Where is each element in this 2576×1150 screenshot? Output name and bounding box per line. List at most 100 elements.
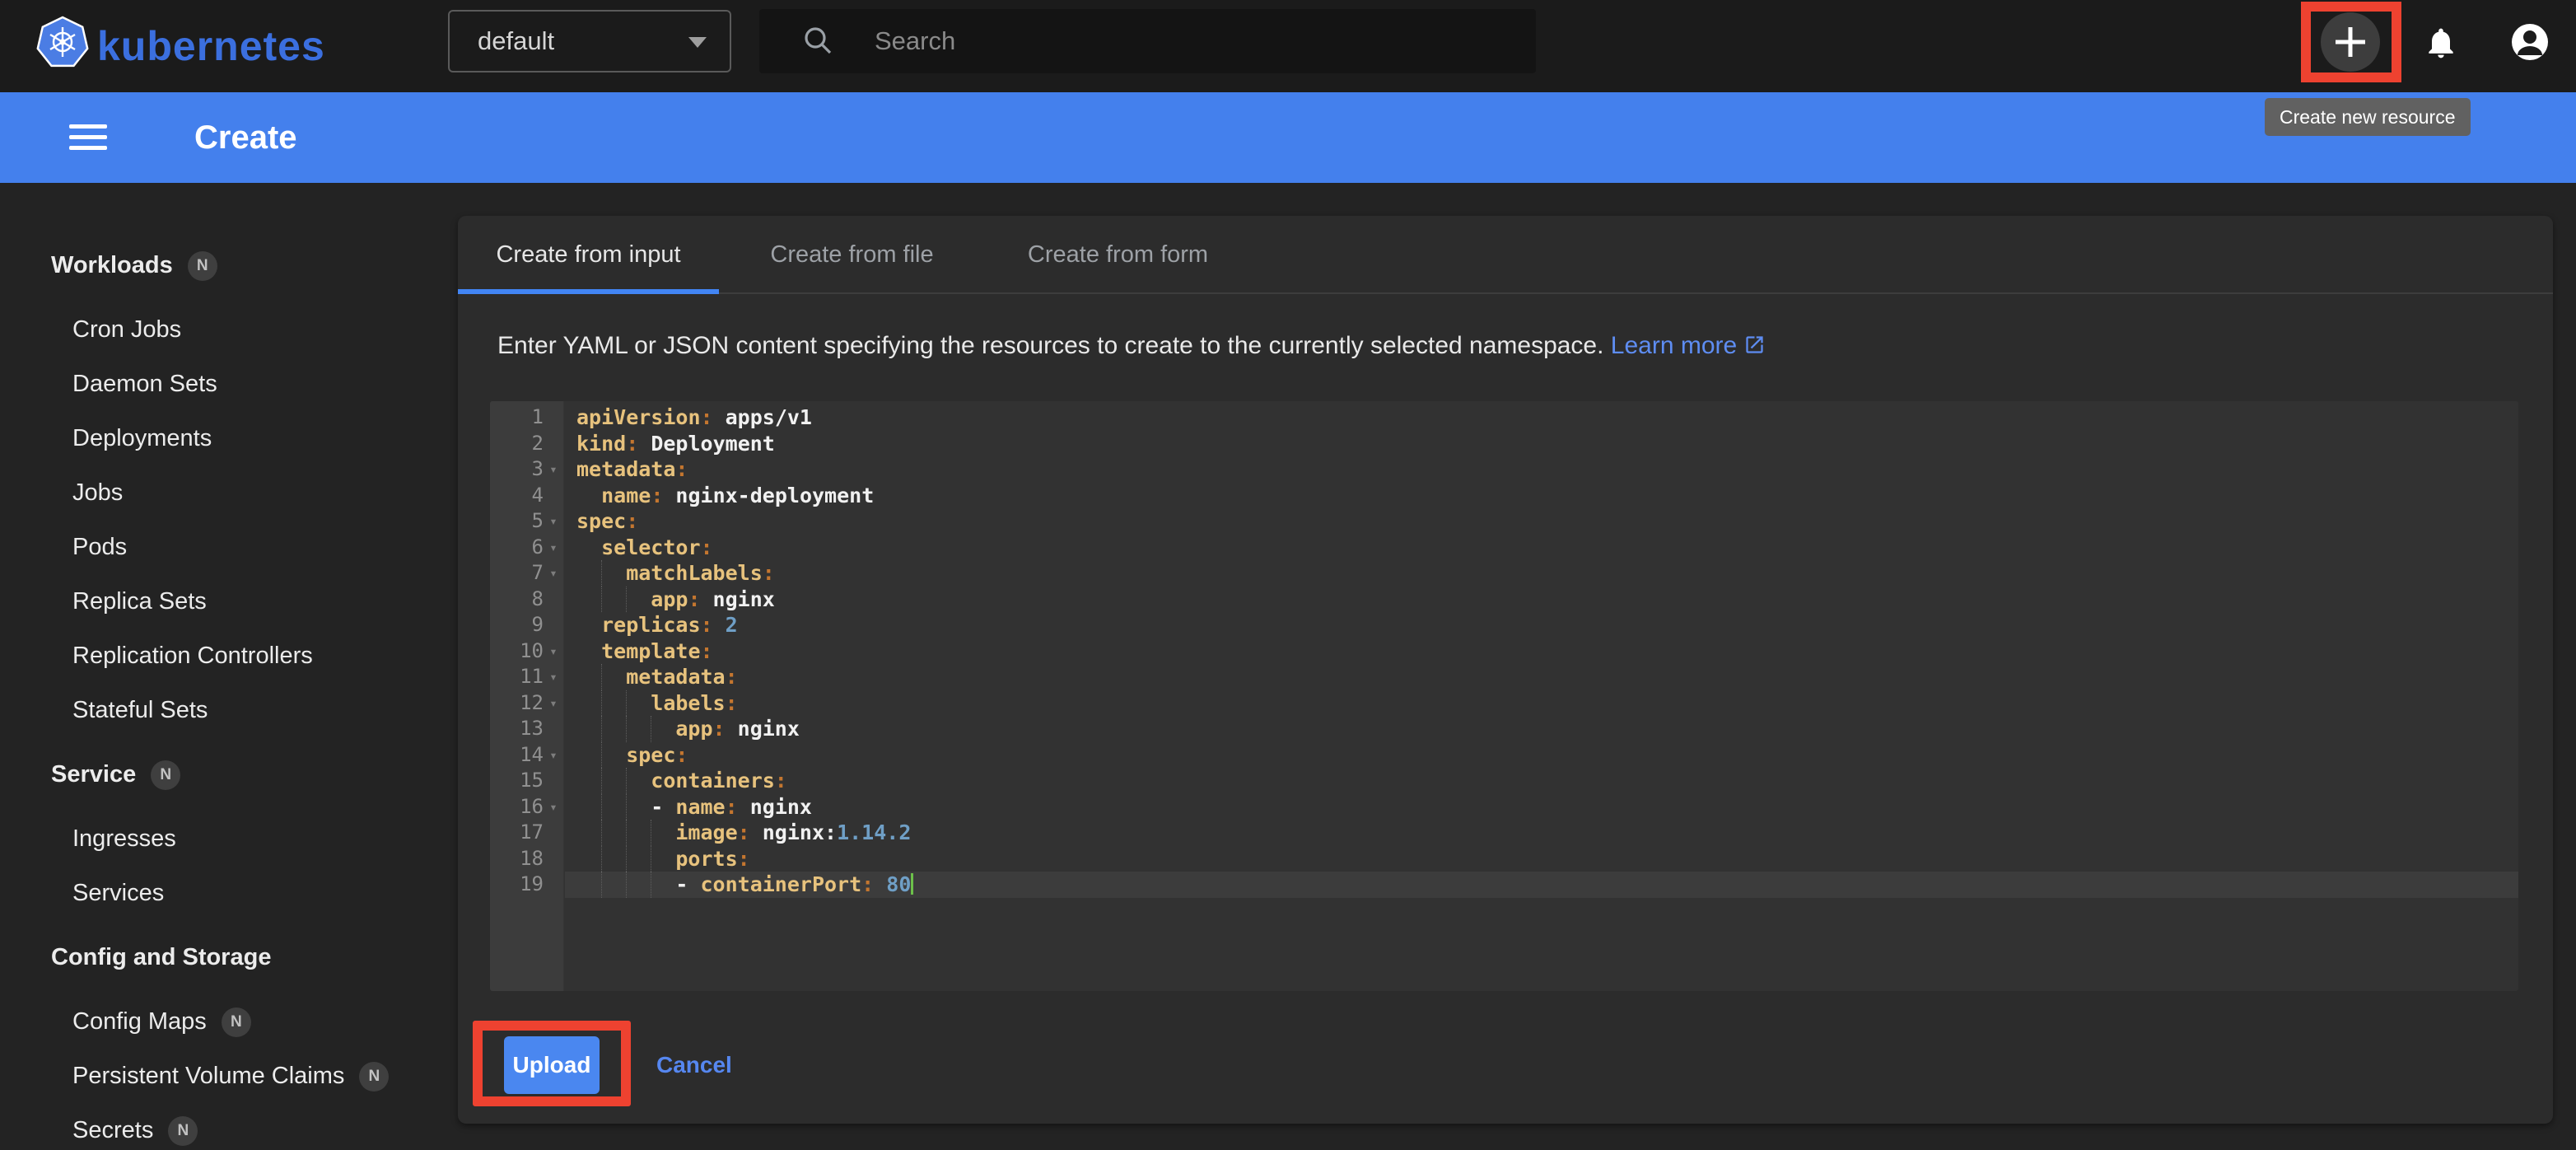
sidebar-item-services[interactable]: Services — [0, 866, 458, 920]
search-input[interactable] — [875, 9, 1517, 73]
indent-guide — [651, 820, 675, 846]
code-line-8: app: nginx — [565, 587, 2518, 613]
code-token: 2 — [726, 613, 738, 637]
indent-guide — [601, 768, 626, 794]
kubernetes-logo-icon — [36, 13, 89, 72]
code-token: spec — [626, 743, 675, 767]
line-number-row: 18 — [490, 846, 563, 872]
account-icon[interactable] — [2510, 22, 2550, 62]
line-number-row: 10▾ — [490, 638, 563, 665]
fold-arrow-icon[interactable]: ▾ — [544, 742, 563, 769]
page-title: Create — [194, 92, 297, 183]
code-token: : — [726, 691, 738, 715]
namespaced-badge: N — [359, 1062, 389, 1092]
learn-more-link[interactable]: Learn more — [1611, 332, 1766, 359]
code-token: nginx — [726, 717, 800, 741]
sidebar-item-secrets[interactable]: SecretsN — [0, 1103, 458, 1150]
fold-arrow-icon[interactable]: ▾ — [544, 664, 563, 690]
sidebar-item-ingresses[interactable]: Ingresses — [0, 811, 458, 866]
code-token: metadata — [576, 457, 675, 481]
sidebar-item-config-maps[interactable]: Config MapsN — [0, 994, 458, 1049]
code-token: : — [775, 769, 787, 792]
sidebar-section-workloads: WorkloadsN — [0, 238, 458, 292]
tab-create-from-input[interactable]: Create from input — [458, 216, 719, 294]
line-number: 10 — [520, 638, 544, 665]
line-number: 4 — [532, 483, 544, 509]
fold-arrow-icon[interactable]: ▾ — [544, 690, 563, 717]
sidebar-item-deployments[interactable]: Deployments — [0, 411, 458, 465]
sidebar-item-replication-controllers[interactable]: Replication Controllers — [0, 629, 458, 683]
code-token: : — [626, 432, 638, 456]
code-line-14: spec: — [565, 742, 2518, 769]
indent-spacer — [576, 690, 601, 717]
instruction-label: Enter YAML or JSON content specifying th… — [497, 332, 1603, 359]
fold-arrow-icon[interactable]: ▾ — [544, 535, 563, 561]
sidebar-label: Cron Jobs — [72, 316, 181, 343]
indent-guide — [626, 716, 651, 742]
app-bar: Create — [0, 92, 2576, 183]
line-number: 15 — [520, 768, 544, 794]
code-token: nginx — [738, 795, 812, 819]
code-token: : — [701, 535, 713, 559]
line-number: 5 — [532, 508, 544, 535]
line-number: 8 — [532, 587, 544, 613]
sidebar-item-jobs[interactable]: Jobs — [0, 465, 458, 520]
code-token: : — [726, 795, 738, 819]
line-number: 17 — [520, 820, 544, 846]
cancel-button[interactable]: Cancel — [656, 1036, 732, 1094]
line-number: 6 — [532, 535, 544, 561]
code-token: : — [626, 509, 638, 533]
code-token: containers — [651, 769, 775, 792]
indent-guide — [601, 872, 626, 898]
namespace-select[interactable]: default — [448, 10, 731, 72]
code-token: app — [651, 587, 688, 611]
fold-arrow-icon[interactable]: ▾ — [544, 508, 563, 535]
line-number-row: 8 — [490, 587, 563, 613]
code-token: selector — [601, 535, 700, 559]
code-token: app — [675, 717, 712, 741]
tab-create-from-file[interactable]: Create from file — [719, 216, 985, 294]
code-token: : — [701, 405, 713, 429]
sidebar-item-cron-jobs[interactable]: Cron Jobs — [0, 302, 458, 357]
yaml-editor[interactable]: 123▾45▾6▾7▾8910▾11▾12▾1314▾1516▾171819 a… — [490, 401, 2518, 991]
line-number-row: 14▾ — [490, 742, 563, 769]
line-number: 19 — [520, 872, 544, 898]
search-box[interactable] — [759, 9, 1536, 73]
indent-guide — [626, 872, 651, 898]
menu-button[interactable] — [69, 124, 107, 151]
sidebar-item-daemon-sets[interactable]: Daemon Sets — [0, 357, 458, 411]
fold-arrow-icon[interactable]: ▾ — [544, 456, 563, 483]
code-line-17: image: nginx:1.14.2 — [565, 820, 2518, 846]
line-number: 3 — [532, 456, 544, 483]
fold-arrow-icon[interactable]: ▾ — [544, 560, 563, 587]
sidebar-label: Services — [72, 880, 164, 906]
sidebar-label: Config Maps — [72, 1008, 207, 1035]
sidebar-label: Workloads — [51, 252, 173, 278]
line-number-row: 11▾ — [490, 664, 563, 690]
tab-create-from-form[interactable]: Create from form — [985, 216, 1251, 294]
line-number-row: 12▾ — [490, 690, 563, 717]
fold-arrow-empty — [544, 483, 563, 509]
sidebar-item-replica-sets[interactable]: Replica Sets — [0, 574, 458, 629]
notifications-bell-icon[interactable] — [2423, 24, 2459, 62]
sidebar-item-persistent-volume-claims[interactable]: Persistent Volume ClaimsN — [0, 1049, 458, 1103]
fold-arrow-empty — [544, 612, 563, 638]
fold-arrow-icon[interactable]: ▾ — [544, 794, 563, 820]
fold-arrow-icon[interactable]: ▾ — [544, 638, 563, 665]
sidebar-item-pods[interactable]: Pods — [0, 520, 458, 574]
indent-spacer — [576, 820, 601, 846]
sidebar-item-stateful-sets[interactable]: Stateful Sets — [0, 683, 458, 737]
line-number: 13 — [520, 716, 544, 742]
sidebar-label: Replica Sets — [72, 588, 207, 615]
code-token: : — [701, 613, 713, 637]
code-token: name — [601, 484, 651, 507]
line-number: 7 — [532, 560, 544, 587]
top-bar: kubernetes default — [0, 0, 2576, 92]
code-token: : — [688, 587, 700, 611]
line-number-row: 13 — [490, 716, 563, 742]
indent-spacer — [576, 612, 601, 638]
code-token: : — [651, 484, 663, 507]
line-number-row: 9 — [490, 612, 563, 638]
code-token: : — [763, 561, 775, 585]
namespaced-badge: N — [168, 1116, 198, 1146]
